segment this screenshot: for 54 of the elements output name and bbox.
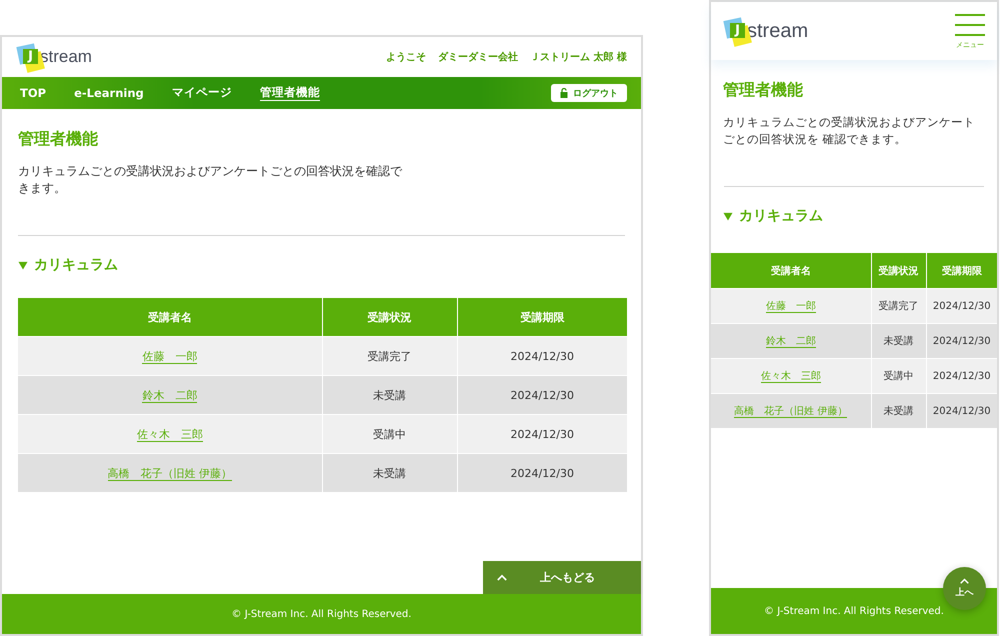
- page-title: 管理者機能: [18, 129, 99, 150]
- student-name-link[interactable]: 鈴木 二郎: [142, 388, 198, 402]
- deadline-cell: 2024/12/30: [926, 324, 997, 358]
- student-name-link[interactable]: 鈴木 二郎: [766, 336, 816, 348]
- status-cell: 未受講: [871, 394, 926, 428]
- student-name-link[interactable]: 佐々木 三郎: [760, 371, 821, 383]
- back-to-top-button[interactable]: 上へもどる: [483, 561, 641, 594]
- column-header: 受講状況: [871, 253, 926, 288]
- greeting-text: ようこそ: [386, 51, 426, 64]
- section-title[interactable]: カリキュラム: [739, 207, 823, 225]
- column-header: 受講者名: [18, 298, 322, 336]
- triangle-icon[interactable]: [18, 260, 28, 270]
- student-name-link[interactable]: 高橋 花子（旧姓 伊藤）: [108, 466, 232, 480]
- deadline-cell: 2024/12/30: [926, 358, 997, 394]
- status-cell: 未受講: [322, 376, 457, 414]
- student-name-link[interactable]: 佐藤 一郎: [142, 350, 198, 364]
- jstream-logo[interactable]: J stream: [18, 42, 92, 72]
- chevron-up-icon: [960, 578, 969, 584]
- column-header: 受講者名: [711, 253, 871, 288]
- triangle-icon[interactable]: [723, 212, 733, 220]
- column-header: 受講期限: [926, 253, 997, 288]
- deadline-cell: 2024/12/30: [457, 454, 627, 492]
- deadline-cell: 2024/12/30: [926, 288, 997, 324]
- status-cell: 受講完了: [322, 336, 457, 376]
- page-title: 管理者機能: [723, 80, 804, 101]
- column-header: 受講状況: [322, 298, 457, 336]
- status-cell: 受講中: [322, 414, 457, 454]
- deadline-cell: 2024/12/30: [926, 394, 997, 428]
- deadline-cell: 2024/12/30: [457, 414, 627, 454]
- status-cell: 未受講: [871, 324, 926, 358]
- page-description: カリキュラムごとの受講状況およびアンケートごとの回答状況を確認できます。: [18, 163, 404, 197]
- student-name-link[interactable]: 佐々木 三郎: [136, 428, 203, 442]
- nav-link[interactable]: マイページ: [172, 85, 232, 101]
- hamburger-icon: [955, 12, 985, 36]
- greeting-text: ダミーダミー会社: [438, 50, 518, 64]
- deadline-cell: 2024/12/30: [457, 376, 627, 414]
- nav-link[interactable]: 管理者機能: [260, 85, 320, 101]
- copyright-footer: © J-Stream Inc. All Rights Reserved.: [2, 594, 641, 634]
- deadline-cell: 2024/12/30: [457, 336, 627, 376]
- status-cell: 未受講: [322, 454, 457, 492]
- page-description: カリキュラムごとの受講状況およびアンケートごとの回答状況を 確認できます。: [723, 114, 976, 148]
- jstream-logo[interactable]: J stream: [725, 16, 808, 46]
- status-cell: 受講中: [871, 358, 926, 394]
- logout-button[interactable]: ログアウト: [551, 84, 627, 102]
- column-header: 受講期限: [457, 298, 627, 336]
- student-name-link[interactable]: 佐藤 一郎: [766, 301, 816, 313]
- greeting-text: Ｊストリーム 太郎 様: [530, 50, 627, 64]
- section-title[interactable]: カリキュラム: [34, 256, 118, 274]
- nav-link[interactable]: e-Learning: [74, 86, 144, 100]
- chevron-up-icon: [497, 574, 507, 581]
- back-to-top-button[interactable]: 上へ: [943, 567, 986, 610]
- nav-link[interactable]: TOP: [20, 86, 46, 100]
- lock-icon: [560, 88, 568, 98]
- status-cell: 受講完了: [871, 288, 926, 324]
